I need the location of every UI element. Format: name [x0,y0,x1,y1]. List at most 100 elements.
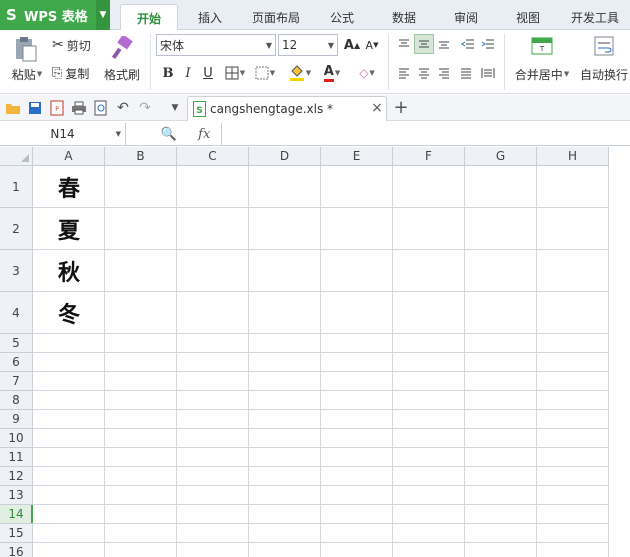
cell-g6[interactable] [465,353,537,372]
export-pdf-icon[interactable]: P [48,99,66,117]
name-box[interactable]: N14 ▼ [0,123,126,145]
cell-d10[interactable] [249,429,321,448]
cell-b2[interactable] [105,208,177,250]
cell-h13[interactable] [537,486,609,505]
cell-h10[interactable] [537,429,609,448]
cell-d11[interactable] [249,448,321,467]
tab-home[interactable]: 开始 [120,4,178,31]
cell-d15[interactable] [249,524,321,543]
row-header-8[interactable]: 8 [0,391,33,410]
cell-g15[interactable] [465,524,537,543]
distributed-align-icon[interactable] [478,63,498,83]
cell-a13[interactable] [33,486,105,505]
cell-e7[interactable] [321,372,393,391]
cell-g11[interactable] [465,448,537,467]
cell-f1[interactable] [393,166,465,208]
cell-c3[interactable] [177,250,249,292]
close-tab-icon[interactable]: × [370,100,384,116]
cell-h1[interactable] [537,166,609,208]
cell-f5[interactable] [393,334,465,353]
column-header-c[interactable]: C [177,147,249,166]
cell-b4[interactable] [105,292,177,334]
cell-d5[interactable] [249,334,321,353]
merge-center-button[interactable]: 合并居中 ▼ [510,66,574,82]
cell-h4[interactable] [537,292,609,334]
fill-pattern-button[interactable]: ▼ [252,63,278,83]
copy-button[interactable]: ⎘ 复制 [52,64,98,82]
cut-button[interactable]: ✂ 剪切 [52,36,98,54]
row-header-10[interactable]: 10 [0,429,33,448]
wps-app-menu-button[interactable]: S WPS 表格 [0,0,96,30]
cell-f8[interactable] [393,391,465,410]
cell-f13[interactable] [393,486,465,505]
cell-e10[interactable] [321,429,393,448]
cell-c16[interactable] [177,543,249,557]
cell-d1[interactable] [249,166,321,208]
font-name-select[interactable]: 宋体 ▼ [156,34,276,56]
cell-c8[interactable] [177,391,249,410]
cell-c5[interactable] [177,334,249,353]
select-all-corner[interactable] [0,147,33,166]
paste-button[interactable]: 粘贴 ▼ [8,66,46,82]
tab-page-layout[interactable]: 页面布局 [244,4,308,30]
cell-a2[interactable]: 夏 [33,208,105,250]
app-menu-dropdown-icon[interactable]: ▼ [96,0,110,30]
tab-data[interactable]: 数据 [380,4,428,30]
cell-b15[interactable] [105,524,177,543]
justify-icon[interactable] [456,63,476,83]
row-header-6[interactable]: 6 [0,353,33,372]
cell-d4[interactable] [249,292,321,334]
row-header-14[interactable]: 14 [0,505,33,524]
cell-a7[interactable] [33,372,105,391]
merge-center-icon[interactable]: T [530,34,554,58]
customize-toolbar-icon[interactable]: ▼ [166,99,184,117]
cell-e5[interactable] [321,334,393,353]
tab-developer[interactable]: 开发工具 [562,4,628,30]
row-header-15[interactable]: 15 [0,524,33,543]
row-header-2[interactable]: 2 [0,208,33,250]
cell-f2[interactable] [393,208,465,250]
cell-f3[interactable] [393,250,465,292]
cell-a12[interactable] [33,467,105,486]
tab-review[interactable]: 审阅 [442,4,490,30]
print-icon[interactable] [70,99,88,117]
cell-d14[interactable] [249,505,321,524]
align-center-icon[interactable] [414,63,434,83]
row-header-5[interactable]: 5 [0,334,33,353]
cell-c13[interactable] [177,486,249,505]
cell-b13[interactable] [105,486,177,505]
cell-f14[interactable] [393,505,465,524]
cell-g12[interactable] [465,467,537,486]
cell-a9[interactable] [33,410,105,429]
save-icon[interactable] [26,99,44,117]
cell-g2[interactable] [465,208,537,250]
cell-b1[interactable] [105,166,177,208]
font-color-button[interactable]: A ▼ [318,63,346,83]
cell-d9[interactable] [249,410,321,429]
cell-h7[interactable] [537,372,609,391]
cell-a6[interactable] [33,353,105,372]
cell-h11[interactable] [537,448,609,467]
cell-f6[interactable] [393,353,465,372]
tab-formula[interactable]: 公式 [318,4,366,30]
cell-b7[interactable] [105,372,177,391]
column-header-a[interactable]: A [33,147,105,166]
tab-view[interactable]: 视图 [504,4,552,30]
cell-e1[interactable] [321,166,393,208]
cell-e16[interactable] [321,543,393,557]
cell-b3[interactable] [105,250,177,292]
cell-b9[interactable] [105,410,177,429]
cell-b5[interactable] [105,334,177,353]
formula-input[interactable] [224,124,628,144]
row-header-13[interactable]: 13 [0,486,33,505]
cell-a4[interactable]: 冬 [33,292,105,334]
format-painter-icon[interactable] [108,34,136,62]
cell-d3[interactable] [249,250,321,292]
column-header-d[interactable]: D [249,147,321,166]
cell-h5[interactable] [537,334,609,353]
cell-a1[interactable]: 春 [33,166,105,208]
align-left-icon[interactable] [394,63,414,83]
cell-g16[interactable] [465,543,537,557]
row-header-11[interactable]: 11 [0,448,33,467]
cell-g4[interactable] [465,292,537,334]
